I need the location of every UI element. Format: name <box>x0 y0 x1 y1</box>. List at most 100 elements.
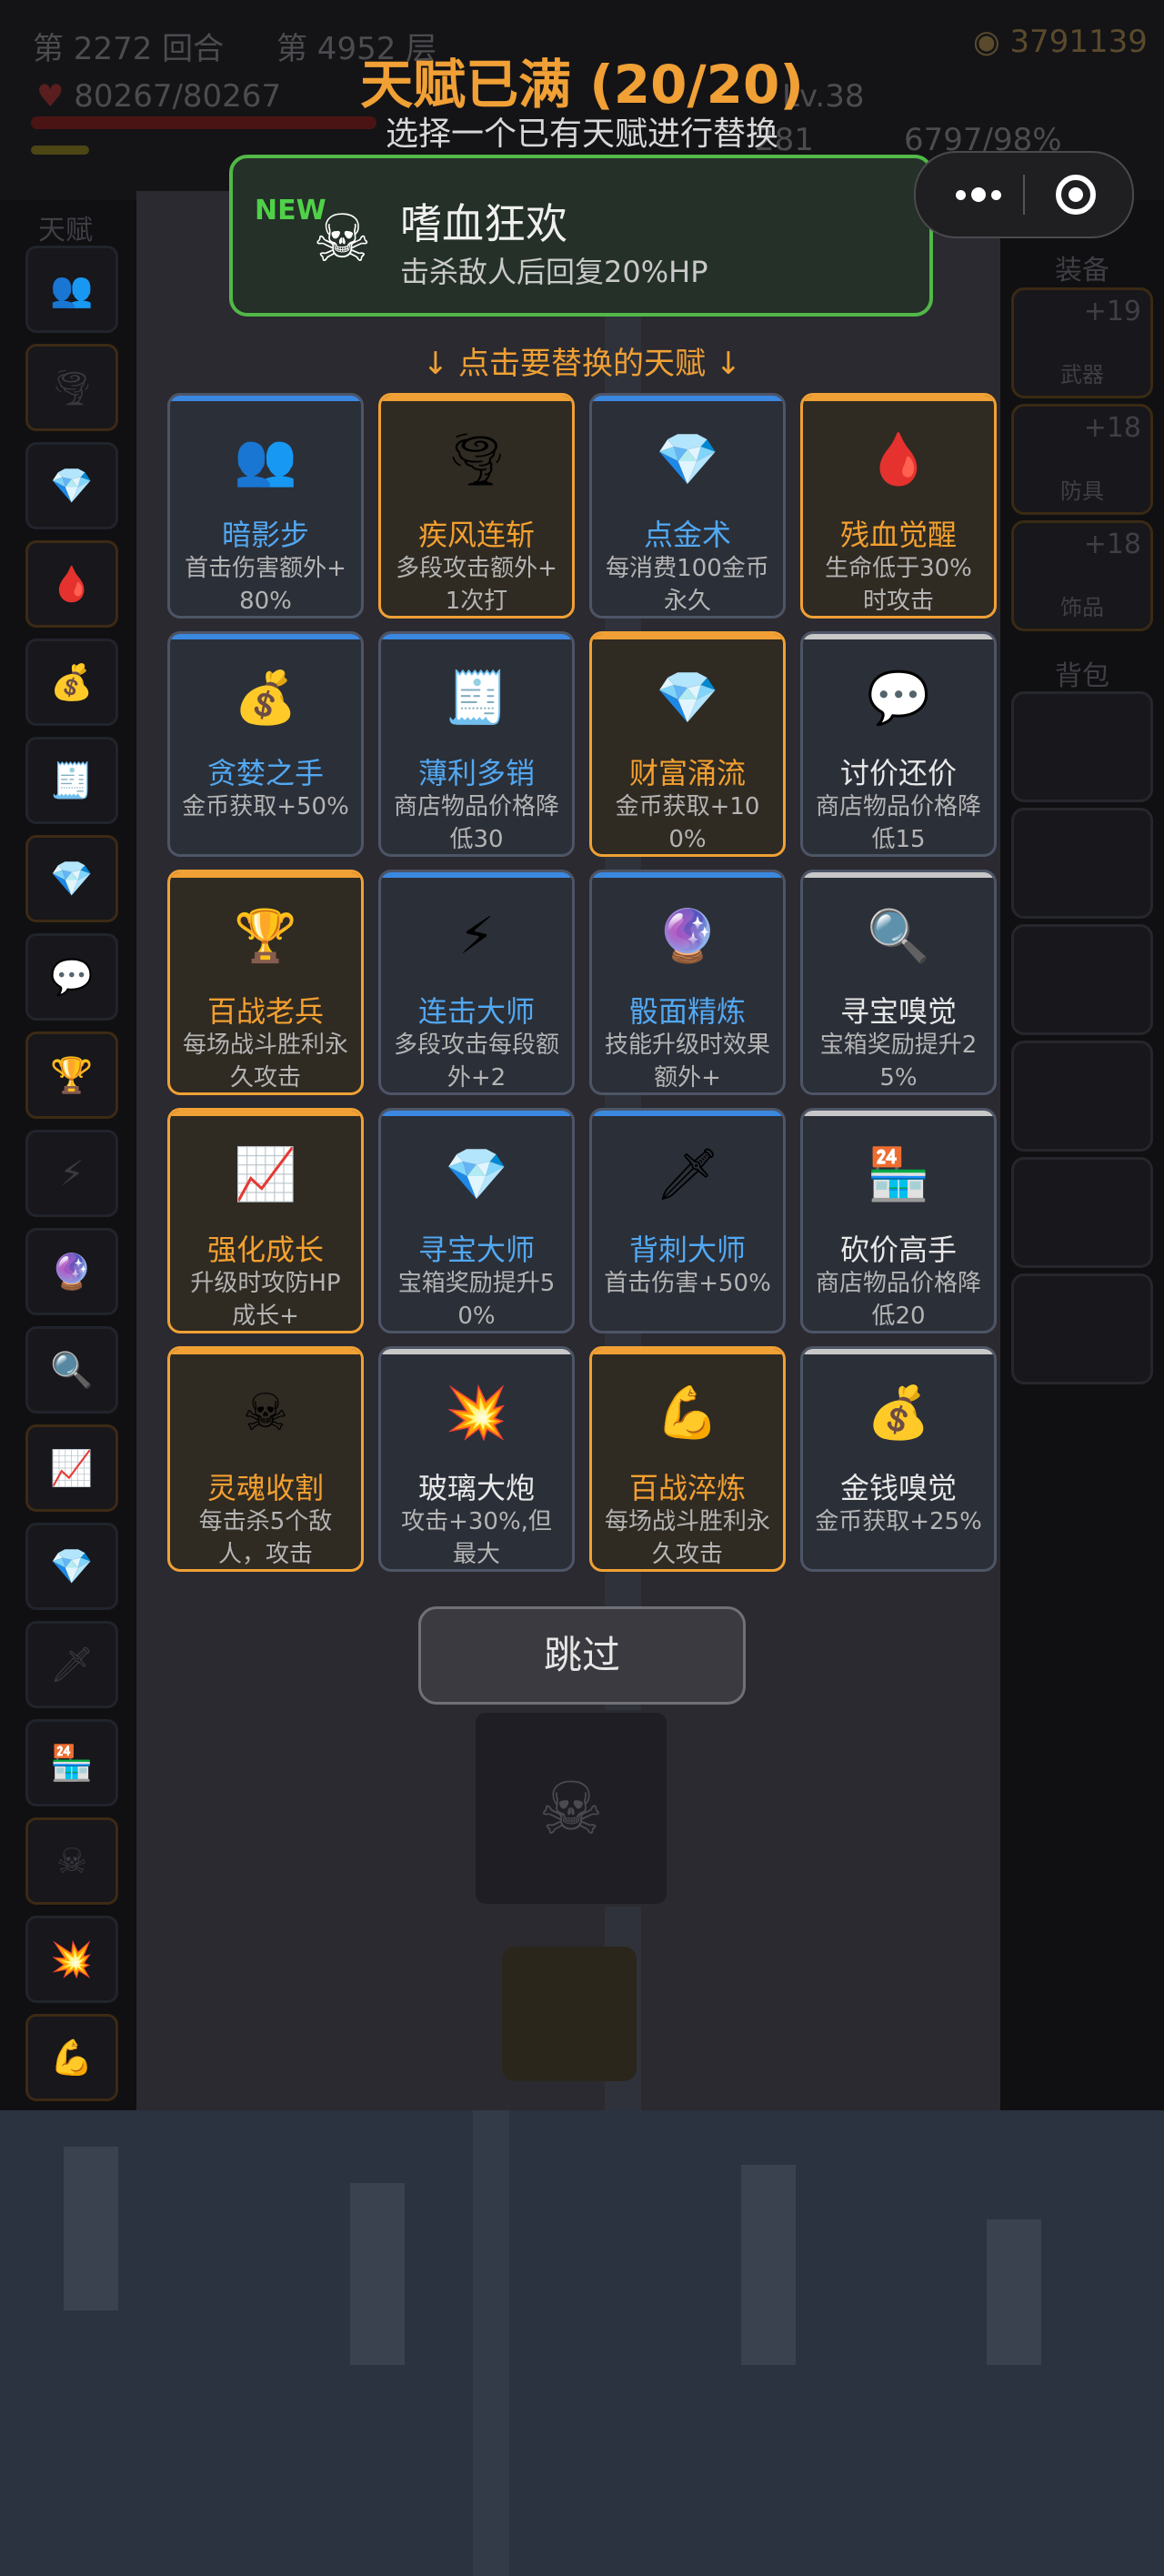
talent-card[interactable]: 💎 财富涌流 金币获取+100% <box>589 631 786 857</box>
talent-card[interactable]: 🗡 背刺大师 首击伤害+50% <box>589 1108 786 1333</box>
talent-sidebar-label: 天赋 <box>38 215 93 247</box>
magnifier-icon: 🔍 <box>867 907 930 966</box>
talent-slot[interactable]: 💎 <box>25 442 118 529</box>
talent-name: 薄利多销 <box>417 756 535 790</box>
accessory-slot[interactable]: +18 饰品 <box>1011 520 1153 631</box>
talent-name: 百战老兵 <box>206 994 324 1029</box>
close-miniprogram-icon[interactable] <box>1056 175 1096 215</box>
talent-desc: 商店物品价格降低30 <box>393 793 559 853</box>
talent-slot[interactable]: 💎 <box>25 1523 118 1610</box>
talent-name: 背刺大师 <box>628 1233 746 1267</box>
talent-slot[interactable]: 🏆 <box>25 1031 118 1119</box>
backpack-slot[interactable] <box>1011 1273 1153 1384</box>
talent-card[interactable]: 🔮 骰面精炼 技能升级时效果额外+ <box>589 870 786 1095</box>
blood-drop-icon: 🩸 <box>867 430 930 489</box>
talent-card[interactable]: 💬 讨价还价 商店物品价格降低15 <box>800 631 997 857</box>
backpack-slot[interactable] <box>1011 1041 1153 1152</box>
talent-name: 寻宝大师 <box>417 1233 535 1267</box>
backpack-slot[interactable] <box>1011 924 1153 1035</box>
talent-desc: 多段攻击额外+1次打 <box>396 555 557 615</box>
diamond-icon: 💎 <box>445 1145 508 1204</box>
new-talent-name: 嗜血狂欢 <box>400 199 567 248</box>
talent-name: 灵魂收割 <box>206 1471 324 1505</box>
talent-slot[interactable]: 🏪 <box>25 1719 118 1806</box>
talent-card[interactable]: 🌪 疾风连斩 多段攻击额外+1次打 <box>378 393 575 619</box>
equipment-sidebar: 装备 +19 武器 +18 防具 +18 饰品 背包 <box>1000 200 1164 2110</box>
talent-desc: 每场战斗胜利永久攻击 <box>604 1508 770 1568</box>
talent-card[interactable]: ⚡ 连击大师 多段攻击每段额外+2 <box>378 870 575 1095</box>
talent-name: 讨价还价 <box>839 756 957 790</box>
talent-slot[interactable]: ☠ <box>25 1817 118 1905</box>
talent-name: 玻璃大炮 <box>417 1471 535 1505</box>
talent-slot[interactable]: 🗡 <box>25 1621 118 1708</box>
talent-slot[interactable]: 🔍 <box>25 1326 118 1414</box>
talent-slot[interactable]: 🩸 <box>25 540 118 628</box>
talent-slot[interactable]: 💥 <box>25 1916 118 2003</box>
talent-slot[interactable]: 🧾 <box>25 737 118 824</box>
talent-card[interactable]: 💥 玻璃大炮 攻击+30%,但最大 <box>378 1346 575 1572</box>
talent-name: 金钱嗅觉 <box>839 1471 957 1505</box>
talent-desc: 每消费100金币永久 <box>606 555 769 615</box>
talent-card[interactable]: 💰 金钱嗅觉 金币获取+25% <box>800 1346 997 1572</box>
talent-name: 点金术 <box>643 518 731 552</box>
obelisk <box>350 2183 405 2365</box>
armor-slot[interactable]: +18 防具 <box>1011 404 1153 515</box>
skull-crossbones-icon: ☠ <box>313 200 372 277</box>
obelisk <box>741 2165 796 2365</box>
skull-crossbones-icon: ☠ <box>242 1384 289 1443</box>
talent-slot[interactable]: 📈 <box>25 1424 118 1512</box>
backpack-slot[interactable] <box>1011 691 1153 802</box>
talent-name: 寻宝嗅觉 <box>839 994 957 1029</box>
talent-card[interactable]: 🏆 百战老兵 每场战斗胜利永久攻击 <box>167 870 364 1095</box>
talent-card[interactable]: 💎 寻宝大师 宝箱奖励提升50% <box>378 1108 575 1333</box>
equipment-label: 装备 <box>1055 255 1109 287</box>
talent-desc: 商店物品价格降低20 <box>815 1270 981 1330</box>
flexing-arm-icon: 💪 <box>656 1384 719 1443</box>
talent-desc: 首击伤害额外+80% <box>185 555 346 615</box>
talent-card[interactable]: 💎 点金术 每消费100金币永久 <box>589 393 786 619</box>
talent-slot[interactable]: 💪 <box>25 2014 118 2101</box>
enemy-tile: ☠ <box>473 1710 669 1907</box>
skip-button[interactable]: 跳过 <box>418 1606 746 1705</box>
talent-desc: 升级时攻防HP成长+ <box>190 1270 341 1330</box>
talent-desc: 生命低于30%时攻击 <box>825 555 972 615</box>
talent-desc: 宝箱奖励提升50% <box>397 1270 556 1330</box>
talent-slot[interactable]: 💎 <box>25 835 118 922</box>
talent-slot[interactable]: ⚡ <box>25 1130 118 1217</box>
talent-name: 财富涌流 <box>628 756 746 790</box>
talent-card[interactable]: 🩸 残血觉醒 生命低于30%时攻击 <box>800 393 997 619</box>
talent-card[interactable]: 🔍 寻宝嗅觉 宝箱奖励提升25% <box>800 870 997 1095</box>
backpack-slot[interactable] <box>1011 1157 1153 1268</box>
talent-card[interactable]: 🏪 砍价高手 商店物品价格降低20 <box>800 1108 997 1333</box>
backpack-slot[interactable] <box>1011 808 1153 919</box>
tornado-icon: 🌪 <box>444 430 509 489</box>
talent-card[interactable]: 📈 强化成长 升级时攻防HP成长+ <box>167 1108 364 1333</box>
dagger-icon: 🗡 <box>655 1145 720 1204</box>
talent-name: 暗影步 <box>221 518 309 552</box>
backpack-label: 背包 <box>1055 660 1109 692</box>
talent-slot[interactable]: 💬 <box>25 933 118 1021</box>
diamond-icon: 💎 <box>656 669 719 728</box>
talent-desc: 攻击+30%,但最大 <box>401 1508 552 1568</box>
talent-slot[interactable]: 💰 <box>25 639 118 726</box>
talent-desc: 多段攻击每段额外+2 <box>393 1031 559 1092</box>
crystal-ball-icon: 🔮 <box>656 907 719 966</box>
talent-card[interactable]: 💪 百战淬炼 每场战斗胜利永久攻击 <box>589 1346 786 1572</box>
receipt-icon: 🧾 <box>445 669 508 728</box>
talent-slot[interactable]: 👥 <box>25 246 118 333</box>
talent-card[interactable]: ☠ 灵魂收割 每击杀5个敌人，攻击 <box>167 1346 364 1572</box>
new-talent-desc: 击杀敌人后回复20%HP <box>400 255 708 289</box>
talent-card[interactable]: 👥 暗影步 首击伤害额外+80% <box>167 393 364 619</box>
talent-card[interactable]: 💰 贪婪之手 金币获取+50% <box>167 631 364 857</box>
new-talent-card: NEW ☠ 嗜血狂欢 击杀敌人后回复20%HP <box>229 155 933 317</box>
replace-hint: ↓ 点击要替换的天赋 ↓ <box>422 346 742 382</box>
talent-slot[interactable]: 🔮 <box>25 1228 118 1315</box>
talent-desc: 金币获取+100% <box>615 793 760 853</box>
talent-card[interactable]: 🧾 薄利多销 商店物品价格降低30 <box>378 631 575 857</box>
talent-name: 连击大师 <box>417 994 535 1029</box>
talent-sidebar: 天赋 👥 🌪 💎 🩸 💰 🧾 💎 💬 🏆 ⚡ 🔮 🔍 📈 💎 🗡 🏪 ☠ 💥 💪 <box>0 200 136 2110</box>
more-options-button[interactable] <box>943 153 1014 236</box>
golden-helmet-icon: 🏆 <box>234 907 297 966</box>
mini-program-capsule <box>914 151 1134 238</box>
ground-area <box>0 2110 1164 2576</box>
